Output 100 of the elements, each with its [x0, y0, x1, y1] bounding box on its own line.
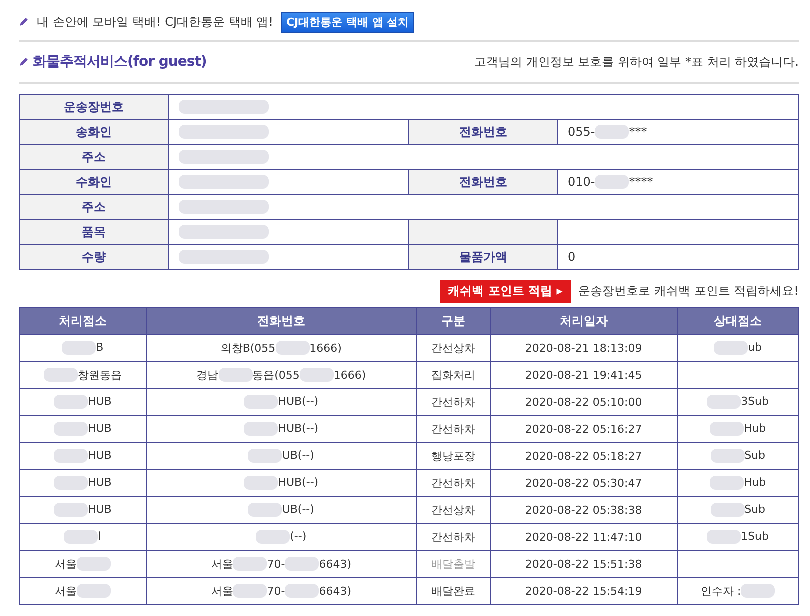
redaction-blur	[244, 476, 278, 490]
table-cell: 간선하차	[416, 388, 490, 416]
field-label: 수량	[20, 244, 168, 270]
redaction-blur	[233, 584, 268, 598]
field-label: 전화번호	[408, 170, 558, 194]
table-cell: 집화처리	[416, 362, 490, 388]
pencil-icon	[19, 57, 29, 67]
redaction-blur	[218, 368, 253, 382]
redaction-blur	[244, 422, 278, 436]
table-cell: HUB(--)	[146, 470, 416, 496]
table-cell: 2020-08-22 05:30:47	[490, 470, 678, 496]
table-cell: 간선하차	[416, 524, 490, 550]
section-title: 화물추적서비스(for guest)	[33, 53, 207, 71]
redaction-blur	[710, 422, 744, 436]
redaction-blur	[76, 584, 111, 598]
cashback-button[interactable]: 캐쉬백 포인트 적립 ▸	[440, 280, 571, 303]
field-label: 물품가액	[408, 244, 558, 270]
table-cell: 2020-08-22 15:54:19	[490, 578, 678, 604]
table-cell: Sub	[678, 442, 798, 470]
table-cell: HUB	[20, 496, 146, 524]
table-cell: 1Sub	[678, 524, 798, 550]
table-cell: 간선하차	[416, 470, 490, 496]
table-cell: Hub	[678, 470, 798, 496]
redaction-blur	[54, 503, 88, 517]
install-app-button[interactable]: CJ대한통운 택배 앱 설치	[281, 12, 414, 32]
pencil-icon	[19, 17, 29, 27]
table-cell: HUB	[20, 470, 146, 496]
redaction-blur	[54, 449, 88, 463]
table-cell: 의창B(055 1666)	[146, 334, 416, 362]
table-cell: 2020-08-21 18:13:09	[490, 334, 678, 362]
table-cell: 2020-08-22 05:16:27	[490, 416, 678, 442]
table-cell: 간선상차	[416, 496, 490, 524]
field-label: 수화인	[20, 170, 168, 194]
privacy-notice: 고객님의 개인정보 보호를 위하여 일부 *표 처리 하였습니다.	[474, 54, 799, 70]
redaction-blur	[256, 530, 290, 544]
redaction-blur	[300, 368, 334, 382]
redaction-blur	[276, 341, 310, 356]
table-cell: 간선하차	[416, 416, 490, 442]
table-cell: 인수자 :	[678, 578, 798, 604]
table-cell: 배달출발	[416, 550, 490, 578]
redaction-blur	[54, 395, 88, 409]
field-value: 010- ****	[558, 170, 798, 194]
redaction-blur	[233, 557, 268, 572]
redaction-blur	[54, 476, 88, 490]
table-cell: Hub	[678, 416, 798, 442]
table-cell: ub	[678, 334, 798, 362]
redaction-blur	[44, 368, 78, 382]
table-cell: 서울	[20, 578, 146, 604]
table-cell: l	[20, 524, 146, 550]
table-cell: 2020-08-21 19:41:45	[490, 362, 678, 388]
column-header: 처리점소	[20, 308, 146, 334]
redaction-blur	[248, 503, 282, 517]
redaction-blur	[707, 395, 742, 409]
field-label: 송화인	[20, 120, 168, 144]
redaction-blur	[285, 557, 320, 572]
table-cell: 배달완료	[416, 578, 490, 604]
redaction-blur	[710, 476, 744, 490]
table-cell: HUB	[20, 388, 146, 416]
field-value: 0	[558, 244, 798, 270]
redaction-blur	[248, 449, 282, 463]
table-cell: 2020-08-22 05:38:38	[490, 496, 678, 524]
table-cell: 서울	[20, 550, 146, 578]
field-label: 운송장번호	[20, 94, 168, 120]
table-cell: 2020-08-22 05:18:27	[490, 442, 678, 470]
table-cell: 2020-08-22 11:47:10	[490, 524, 678, 550]
field-label: 주소	[20, 194, 168, 220]
table-cell: 서울 70- 6643)	[146, 550, 416, 578]
table-cell: UB(--)	[146, 496, 416, 524]
column-header: 처리일자	[490, 308, 678, 334]
redaction-blur	[710, 503, 745, 517]
redaction-blur	[62, 341, 96, 355]
table-cell: 창원동읍	[20, 362, 146, 388]
table-cell: HUB	[20, 416, 146, 442]
field-label: 품목	[20, 220, 168, 244]
redaction-blur	[595, 175, 630, 190]
table-cell: 행낭포장	[416, 442, 490, 470]
table-cell: 서울 70- 6643)	[146, 578, 416, 604]
redaction-blur	[741, 584, 776, 598]
table-cell: HUB	[20, 442, 146, 470]
redaction-blur	[714, 341, 748, 355]
redaction-blur	[64, 530, 98, 544]
table-cell: 경남 동읍(055 1666)	[146, 362, 416, 388]
table-cell: 간선상차	[416, 334, 490, 362]
column-header: 전화번호	[146, 308, 416, 334]
table-cell: HUB(--)	[146, 416, 416, 442]
table-cell: B	[20, 334, 146, 362]
redaction-blur	[285, 584, 320, 598]
table-cell: 3Sub	[678, 388, 798, 416]
field-label: 주소	[20, 144, 168, 170]
field-value: 055- ***	[558, 120, 798, 144]
cashback-text: 운송장번호로 캐쉬백 포인트 적립하세요!	[578, 283, 799, 300]
redaction-blur	[54, 422, 88, 436]
column-header: 상대점소	[678, 308, 798, 334]
field-label: 전화번호	[408, 120, 558, 144]
promo-text: 내 손안에 모바일 택배! CJ대한통운 택배 앱!	[37, 14, 274, 30]
redaction-blur	[76, 557, 111, 572]
table-cell: 2020-08-22 05:10:00	[490, 388, 678, 416]
table-cell: UB(--)	[146, 442, 416, 470]
redaction-blur	[244, 395, 278, 409]
table-cell: (--)	[146, 524, 416, 550]
